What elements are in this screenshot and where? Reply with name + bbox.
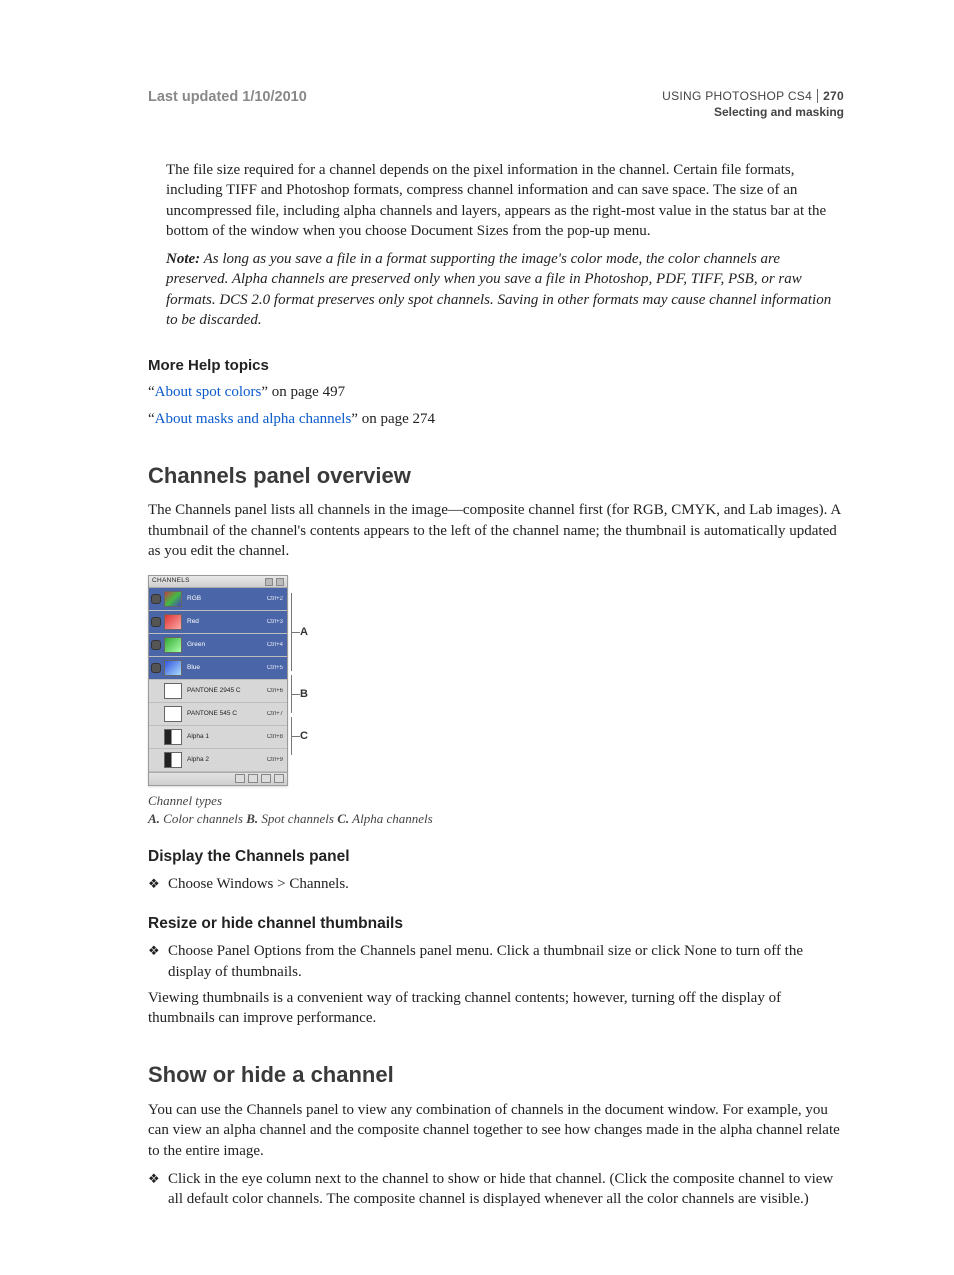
channels-panel-figure: CHANNELS RGBCtrl+2RedCtrl+3GreenCtrl+4Bl… bbox=[148, 575, 844, 786]
visibility-eye-icon[interactable] bbox=[151, 732, 161, 742]
channel-name: Alpha 1 bbox=[185, 733, 264, 742]
callout-a: A bbox=[300, 625, 308, 640]
visibility-eye-icon[interactable] bbox=[151, 640, 161, 650]
channel-thumbnail bbox=[164, 729, 182, 745]
link-about-spot-colors[interactable]: About spot colors bbox=[155, 384, 262, 400]
panel-menu-icon[interactable] bbox=[265, 578, 273, 586]
channel-name: Blue bbox=[185, 664, 264, 673]
bullet-item: ❖ Choose Panel Options from the Channels… bbox=[148, 941, 844, 982]
channel-thumbnail bbox=[164, 637, 182, 653]
channel-name: PANTONE 2945 C bbox=[185, 687, 264, 696]
channel-thumbnail bbox=[164, 752, 182, 768]
channel-thumbnail bbox=[164, 614, 182, 630]
channel-name: Red bbox=[185, 618, 264, 627]
callout-c: C bbox=[300, 729, 308, 744]
channel-shortcut: Ctrl+5 bbox=[267, 664, 285, 672]
channel-shortcut: Ctrl+8 bbox=[267, 733, 285, 741]
more-help-heading: More Help topics bbox=[148, 356, 844, 376]
panel-title: CHANNELS bbox=[152, 577, 190, 586]
channels-panel: CHANNELS RGBCtrl+2RedCtrl+3GreenCtrl+4Bl… bbox=[148, 575, 288, 786]
load-selection-icon[interactable] bbox=[235, 774, 245, 783]
bullet-text: Choose Panel Options from the Channels p… bbox=[168, 941, 844, 982]
save-selection-icon[interactable] bbox=[248, 774, 258, 783]
bullet-item: ❖ Choose Windows > Channels. bbox=[148, 874, 844, 894]
panel-menu-icon[interactable] bbox=[276, 578, 284, 586]
channel-row[interactable]: GreenCtrl+4 bbox=[149, 634, 287, 657]
channel-thumbnail bbox=[164, 660, 182, 676]
bullet-text: Click in the eye column next to the chan… bbox=[168, 1169, 844, 1210]
bullet-text: Choose Windows > Channels. bbox=[168, 874, 844, 894]
panel-header: CHANNELS bbox=[149, 576, 287, 588]
visibility-eye-icon[interactable] bbox=[151, 686, 161, 696]
last-updated: Last updated 1/10/2010 bbox=[148, 88, 307, 108]
channel-row[interactable]: RedCtrl+3 bbox=[149, 611, 287, 634]
section-heading-channels-overview: Channels panel overview bbox=[148, 461, 844, 491]
body-paragraph: The Channels panel lists all channels in… bbox=[148, 500, 844, 561]
subheading-resize-thumbnails: Resize or hide channel thumbnails bbox=[148, 914, 844, 935]
delete-channel-icon[interactable] bbox=[274, 774, 284, 783]
help-link-row: “About masks and alpha channels” on page… bbox=[148, 409, 844, 429]
note-paragraph: Note: As long as you save a file in a fo… bbox=[166, 249, 844, 330]
figure-callouts: A B C bbox=[292, 575, 312, 786]
diamond-bullet-icon: ❖ bbox=[148, 874, 168, 894]
body-paragraph: Viewing thumbnails is a convenient way o… bbox=[148, 988, 844, 1029]
subheading-display-channels: Display the Channels panel bbox=[148, 847, 844, 868]
page-number: 270 bbox=[817, 89, 844, 103]
channel-name: Green bbox=[185, 641, 264, 650]
channel-shortcut: Ctrl+2 bbox=[267, 595, 285, 603]
channel-shortcut: Ctrl+3 bbox=[267, 618, 285, 626]
visibility-eye-icon[interactable] bbox=[151, 617, 161, 627]
channel-shortcut: Ctrl+7 bbox=[267, 710, 285, 718]
page-header: Last updated 1/10/2010 USING PHOTOSHOP C… bbox=[148, 88, 844, 122]
link-about-masks-alpha[interactable]: About masks and alpha channels bbox=[155, 411, 352, 427]
visibility-eye-icon[interactable] bbox=[151, 709, 161, 719]
channel-name: RGB bbox=[185, 595, 264, 604]
section-heading-show-hide: Show or hide a channel bbox=[148, 1060, 844, 1090]
channel-shortcut: Ctrl+4 bbox=[267, 641, 285, 649]
visibility-eye-icon[interactable] bbox=[151, 594, 161, 604]
doc-title: USING PHOTOSHOP CS4 bbox=[662, 89, 812, 103]
channel-row[interactable]: BlueCtrl+5 bbox=[149, 657, 287, 680]
channel-name: Alpha 2 bbox=[185, 756, 264, 765]
body-paragraph: The file size required for a channel dep… bbox=[166, 160, 844, 241]
diamond-bullet-icon: ❖ bbox=[148, 941, 168, 961]
body-paragraph: You can use the Channels panel to view a… bbox=[148, 1100, 844, 1161]
new-channel-icon[interactable] bbox=[261, 774, 271, 783]
channel-name: PANTONE 545 C bbox=[185, 710, 264, 719]
channel-row[interactable]: Alpha 2Ctrl+9 bbox=[149, 749, 287, 772]
panel-footer bbox=[149, 772, 287, 785]
diamond-bullet-icon: ❖ bbox=[148, 1169, 168, 1189]
channel-row[interactable]: RGBCtrl+2 bbox=[149, 588, 287, 611]
channel-shortcut: Ctrl+9 bbox=[267, 756, 285, 764]
channel-shortcut: Ctrl+6 bbox=[267, 687, 285, 695]
section-name: Selecting and masking bbox=[662, 104, 844, 120]
visibility-eye-icon[interactable] bbox=[151, 755, 161, 765]
note-text: As long as you save a file in a format s… bbox=[166, 251, 831, 328]
figure-caption: Channel types A. Color channels B. Spot … bbox=[148, 792, 844, 827]
callout-b: B bbox=[300, 687, 308, 702]
note-label: Note: bbox=[166, 251, 200, 267]
channel-row[interactable]: PANTONE 545 CCtrl+7 bbox=[149, 703, 287, 726]
channel-row[interactable]: Alpha 1Ctrl+8 bbox=[149, 726, 287, 749]
visibility-eye-icon[interactable] bbox=[151, 663, 161, 673]
header-right: USING PHOTOSHOP CS4 270 Selecting and mas… bbox=[662, 88, 844, 120]
channel-row[interactable]: PANTONE 2945 CCtrl+6 bbox=[149, 680, 287, 703]
channel-thumbnail bbox=[164, 706, 182, 722]
help-link-row: “About spot colors” on page 497 bbox=[148, 382, 844, 402]
channel-thumbnail bbox=[164, 683, 182, 699]
channel-thumbnail bbox=[164, 591, 182, 607]
bullet-item: ❖ Click in the eye column next to the ch… bbox=[148, 1169, 844, 1210]
